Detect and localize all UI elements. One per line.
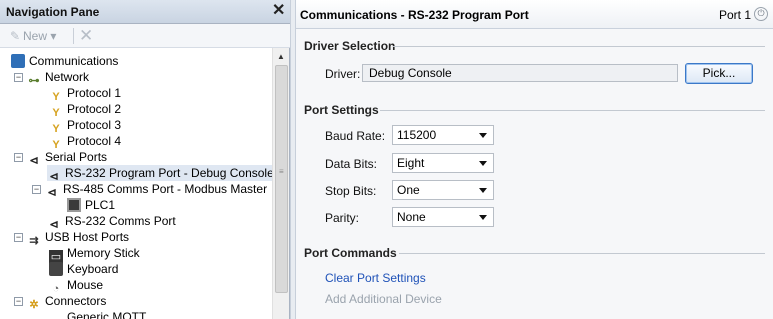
tree-item-label: Protocol 1	[67, 86, 122, 100]
cloud-icon: ☁	[49, 314, 63, 319]
navigation-pane: Navigation Pane ✕ ✎ New ▾ ✕ Communication…	[0, 0, 290, 319]
parity-select[interactable]: None	[392, 207, 494, 227]
tree-item-rs232-comms-port[interactable]: ⊲ RS-232 Comms Port	[47, 213, 176, 231]
delete-icon[interactable]: ✕	[79, 26, 93, 46]
chevron-down-icon	[479, 161, 487, 166]
tree-item-plc1[interactable]: PLC1	[67, 197, 115, 213]
tree-item-label: Memory Stick	[67, 246, 140, 260]
tree-item-protocol-2[interactable]: Y Protocol 2	[49, 101, 122, 119]
tree-item-label: RS-485 Comms Port - Modbus Master	[63, 182, 268, 196]
port-label: Port 1	[719, 8, 752, 22]
port-settings-title: Port Settings	[304, 103, 379, 117]
collapse-toggle[interactable]: −	[14, 73, 23, 82]
navigation-toolbar: ✎ New ▾ ✕	[0, 24, 290, 48]
tree-item-label: USB Host Ports	[45, 230, 130, 244]
tree-item-label: Communications	[29, 54, 119, 68]
tree-item-label: Serial Ports	[45, 150, 108, 164]
navigation-scrollbar[interactable]: ▲ ≡	[272, 48, 289, 319]
driver-field: Debug Console	[362, 64, 678, 82]
tree-item-communications[interactable]: Communications	[11, 53, 118, 69]
section-divider	[393, 46, 765, 47]
driver-label: Driver:	[325, 67, 361, 81]
network-icon: ⊶	[28, 75, 40, 87]
pick-driver-button[interactable]: Pick...	[685, 63, 753, 84]
chevron-down-icon	[479, 133, 487, 138]
collapse-toggle[interactable]: −	[14, 153, 23, 162]
tree-item-usb-host-ports[interactable]: − ⇉ USB Host Ports	[14, 229, 130, 247]
tree-item-label: Mouse	[67, 278, 104, 292]
tree-item-network[interactable]: − ⊶ Network	[14, 69, 90, 87]
tree-item-label: Protocol 3	[67, 118, 122, 132]
collapse-toggle[interactable]: −	[14, 297, 23, 306]
new-item-icon: ✎	[10, 29, 21, 43]
tree-item-protocol-4[interactable]: Y Protocol 4	[49, 133, 122, 151]
driver-selection-title: Driver Selection	[304, 39, 396, 53]
tree-item-label: Protocol 4	[67, 134, 122, 148]
baud-rate-select[interactable]: 115200	[392, 125, 494, 145]
grip-icon: ≡	[279, 167, 284, 176]
tree-item-generic-mqtt[interactable]: ☁ Generic MQTT	[49, 309, 147, 319]
port-commands-title: Port Commands	[304, 246, 397, 260]
tree-item-keyboard[interactable]: Keyboard	[49, 261, 118, 277]
usb-icon: ⇉	[29, 235, 39, 247]
parity-label: Parity:	[325, 211, 360, 225]
stop-bits-select[interactable]: One	[392, 180, 494, 200]
collapse-toggle[interactable]: −	[32, 185, 41, 194]
serial-port-icon: ⊲	[29, 155, 39, 167]
close-icon[interactable]: ✕	[272, 3, 285, 19]
tree-item-protocol-3[interactable]: Y Protocol 3	[49, 117, 122, 135]
scroll-up-icon[interactable]: ▲	[277, 52, 285, 61]
tree-item-label: Connectors	[45, 294, 107, 308]
parity-value: None	[397, 210, 426, 224]
scrollbar-thumb[interactable]: ≡	[275, 65, 288, 293]
baud-rate-label: Baud Rate:	[325, 129, 386, 143]
tree-item-protocol-1[interactable]: Y Protocol 1	[49, 85, 122, 103]
plc-icon	[67, 198, 81, 212]
navigation-pane-header: Navigation Pane ✕	[0, 0, 290, 24]
stop-bits-label: Stop Bits:	[325, 184, 377, 198]
collapse-toggle[interactable]: −	[14, 233, 23, 242]
chevron-down-icon: ▾	[50, 29, 57, 43]
tree-item-label: Protocol 2	[67, 102, 122, 116]
keyboard-icon	[49, 262, 63, 276]
toolbar-divider	[73, 28, 74, 44]
tree-item-label: Network	[45, 70, 90, 84]
page-title: Communications - RS-232 Program Port	[300, 8, 529, 22]
computer-icon	[11, 54, 25, 68]
connectors-icon: ✲	[29, 299, 39, 311]
tree-item-rs485-comms-port[interactable]: − ⊲ RS-485 Comms Port - Modbus Master	[32, 181, 268, 199]
tree-item-rs232-program-port[interactable]: ⊲ RS-232 Program Port - Debug Console	[47, 165, 272, 183]
tree-item-serial-ports[interactable]: − ⊲ Serial Ports	[14, 149, 108, 167]
communications-panel: Communications - RS-232 Program Port Por…	[296, 0, 773, 319]
baud-rate-value: 115200	[397, 128, 437, 142]
new-button[interactable]: ✎ New ▾	[10, 29, 56, 43]
section-divider	[399, 253, 765, 254]
data-bits-value: Eight	[397, 156, 425, 170]
navigation-tree: Communications − ⊶ Network Y Protocol 1 Y Pr…	[0, 48, 272, 319]
clear-port-settings-link[interactable]: Clear Port Settings	[325, 271, 426, 285]
tree-item-label: PLC1	[85, 198, 116, 212]
tree-item-label: Keyboard	[67, 262, 119, 276]
data-bits-select[interactable]: Eight	[392, 153, 494, 173]
tree-item-label: Generic MQTT	[67, 310, 147, 319]
new-button-label: New	[23, 29, 48, 43]
tree-item-mouse[interactable]: ◔ Mouse	[49, 277, 104, 295]
section-divider	[380, 110, 765, 111]
add-additional-device-link[interactable]: Add Additional Device	[325, 292, 442, 306]
chevron-down-icon	[479, 188, 487, 193]
tree-item-label: RS-232 Program Port - Debug Console	[65, 166, 272, 180]
tree-item-memory-stick[interactable]: ▭ Memory Stick	[49, 245, 140, 264]
navigation-pane-title: Navigation Pane	[6, 5, 100, 19]
data-bits-label: Data Bits:	[325, 157, 378, 171]
serial-port-icon: ⊲	[47, 187, 57, 199]
tree-item-label: RS-232 Comms Port	[65, 214, 176, 228]
power-icon[interactable]: ⏻	[754, 7, 768, 21]
stop-bits-value: One	[397, 183, 420, 197]
chevron-down-icon	[479, 215, 487, 220]
tree-item-connectors[interactable]: − ✲ Connectors	[14, 293, 107, 311]
panel-header: Communications - RS-232 Program Port Por…	[296, 0, 773, 29]
